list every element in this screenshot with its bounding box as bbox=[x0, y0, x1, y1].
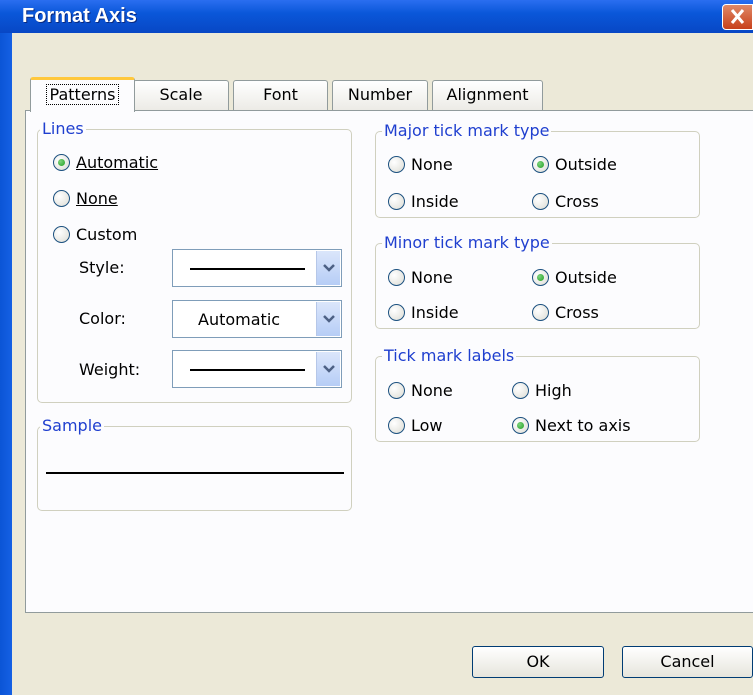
radio-icon bbox=[388, 416, 405, 434]
radio-icon bbox=[512, 381, 529, 399]
major-none-radio[interactable]: None bbox=[388, 152, 453, 176]
title-bar[interactable]: Format Axis bbox=[0, 0, 753, 33]
labels-high-label: High bbox=[535, 380, 572, 400]
tab-font-label: Font bbox=[263, 85, 298, 104]
lines-automatic-radio[interactable]: Automatic bbox=[53, 150, 158, 174]
tab-alignment[interactable]: Alignment bbox=[432, 80, 543, 110]
radio-icon bbox=[388, 381, 405, 399]
lines-custom-label: Custom bbox=[76, 224, 138, 244]
minor-none-label: None bbox=[411, 267, 453, 287]
color-select[interactable]: Automatic bbox=[172, 300, 342, 338]
weight-dropdown-button[interactable] bbox=[316, 352, 340, 386]
cancel-button[interactable]: Cancel bbox=[622, 646, 753, 678]
major-outside-radio[interactable]: Outside bbox=[532, 152, 617, 176]
weight-label: Weight: bbox=[79, 360, 141, 379]
weight-line-sample bbox=[190, 369, 305, 371]
tick-labels-legend: Tick mark labels bbox=[382, 346, 517, 365]
format-axis-dialog: Format Axis Patterns Scale Font Number A… bbox=[0, 0, 753, 695]
sample-legend: Sample bbox=[40, 416, 104, 435]
window-frame-left bbox=[0, 33, 12, 695]
labels-none-radio[interactable]: None bbox=[388, 378, 453, 402]
tab-number-label: Number bbox=[347, 85, 413, 104]
tab-number[interactable]: Number bbox=[332, 80, 428, 110]
labels-low-radio[interactable]: Low bbox=[388, 413, 443, 437]
radio-selected-icon bbox=[53, 153, 70, 171]
radio-icon bbox=[388, 268, 405, 286]
tick-labels-legend-text: Tick mark labels bbox=[384, 346, 515, 365]
lines-automatic-label: Automatic bbox=[76, 152, 159, 172]
weight-select[interactable] bbox=[172, 350, 342, 388]
chevron-down-icon bbox=[322, 264, 335, 272]
major-tick-legend-text: Major tick mark type bbox=[384, 121, 550, 140]
labels-low-label: Low bbox=[411, 415, 443, 435]
minor-tick-legend-text: Minor tick mark type bbox=[384, 233, 550, 252]
major-none-label: None bbox=[411, 154, 453, 174]
window-title: Format Axis bbox=[22, 5, 137, 27]
radio-icon bbox=[53, 225, 70, 243]
radio-icon bbox=[388, 303, 405, 321]
major-outside-label: Outside bbox=[555, 154, 617, 174]
color-dropdown-button[interactable] bbox=[316, 302, 340, 336]
minor-outside-label: Outside bbox=[555, 267, 617, 287]
lines-custom-radio[interactable]: Custom bbox=[53, 222, 137, 246]
labels-high-radio[interactable]: High bbox=[512, 378, 572, 402]
chevron-down-icon bbox=[322, 365, 335, 373]
style-line-sample bbox=[190, 268, 305, 270]
style-dropdown-button[interactable] bbox=[316, 251, 340, 285]
chevron-down-icon bbox=[322, 315, 335, 323]
radio-icon bbox=[532, 192, 549, 210]
labels-next-to-axis-radio[interactable]: Next to axis bbox=[512, 413, 631, 437]
labels-none-label: None bbox=[411, 380, 453, 400]
major-cross-radio[interactable]: Cross bbox=[532, 189, 599, 213]
radio-selected-icon bbox=[532, 268, 549, 286]
style-label: Style: bbox=[79, 258, 125, 277]
tab-alignment-label: Alignment bbox=[446, 85, 529, 104]
radio-icon bbox=[532, 303, 549, 321]
close-icon bbox=[730, 9, 745, 24]
color-value: Automatic bbox=[198, 310, 281, 329]
lines-none-label: None bbox=[76, 188, 118, 208]
tab-font[interactable]: Font bbox=[233, 80, 328, 110]
lines-none-radio[interactable]: None bbox=[53, 186, 118, 210]
minor-cross-label: Cross bbox=[555, 302, 599, 322]
close-button[interactable] bbox=[722, 4, 753, 30]
sample-line bbox=[46, 472, 344, 474]
major-tick-legend: Major tick mark type bbox=[382, 121, 552, 140]
tab-scale-label: Scale bbox=[159, 85, 203, 104]
radio-icon bbox=[53, 189, 70, 207]
radio-icon bbox=[388, 155, 405, 173]
radio-selected-icon bbox=[512, 416, 529, 434]
major-inside-radio[interactable]: Inside bbox=[388, 189, 459, 213]
radio-selected-icon bbox=[532, 155, 549, 173]
tab-scale[interactable]: Scale bbox=[133, 80, 229, 110]
labels-next-to-axis-label: Next to axis bbox=[535, 415, 631, 435]
ok-button[interactable]: OK bbox=[472, 646, 604, 678]
major-cross-label: Cross bbox=[555, 191, 599, 211]
color-label: Color: bbox=[79, 309, 126, 328]
tab-patterns[interactable]: Patterns bbox=[30, 77, 135, 112]
minor-tick-legend: Minor tick mark type bbox=[382, 233, 552, 252]
minor-inside-label: Inside bbox=[411, 302, 459, 322]
tab-patterns-label: Patterns bbox=[45, 84, 120, 105]
minor-cross-radio[interactable]: Cross bbox=[532, 300, 599, 324]
radio-icon bbox=[388, 192, 405, 210]
lines-legend: Lines bbox=[40, 119, 86, 138]
minor-none-radio[interactable]: None bbox=[388, 265, 453, 289]
sample-group bbox=[37, 426, 352, 511]
major-inside-label: Inside bbox=[411, 191, 459, 211]
minor-inside-radio[interactable]: Inside bbox=[388, 300, 459, 324]
style-select[interactable] bbox=[172, 249, 342, 287]
minor-outside-radio[interactable]: Outside bbox=[532, 265, 617, 289]
